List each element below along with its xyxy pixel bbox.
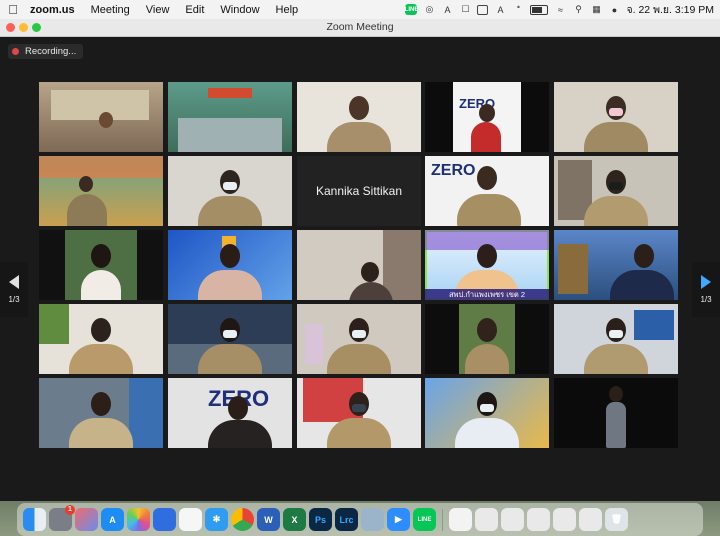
fullscreen-button[interactable] xyxy=(32,23,41,32)
menu-window[interactable]: Window xyxy=(212,4,267,16)
video-tile[interactable] xyxy=(554,230,678,300)
photoshop-icon[interactable]: Ps xyxy=(309,508,332,531)
recent-file-icon[interactable] xyxy=(501,508,524,531)
line-icon[interactable]: LINE xyxy=(413,508,436,531)
launchpad-icon[interactable] xyxy=(75,508,98,531)
video-tile[interactable] xyxy=(39,304,163,374)
page-indicator-right: 1/3 xyxy=(700,295,712,304)
input-source-icon[interactable]: A xyxy=(494,4,506,15)
document-icon[interactable] xyxy=(449,508,472,531)
photos-icon[interactable] xyxy=(127,508,150,531)
chevron-left-icon xyxy=(9,275,19,289)
recording-indicator[interactable]: Recording... xyxy=(8,44,84,59)
chrome-icon[interactable] xyxy=(231,508,254,531)
menu-clock[interactable]: จ. 22 พ.ย. 3:19 PM xyxy=(626,1,714,18)
recent-file-icon[interactable] xyxy=(553,508,576,531)
recent-file-icon[interactable] xyxy=(475,508,498,531)
video-tile[interactable] xyxy=(297,230,421,300)
dock: 1 A ✻ W X Ps Lrc ▶ LINE 🗑 xyxy=(17,503,703,536)
video-tile[interactable] xyxy=(168,304,292,374)
active-speaker-tile[interactable]: สพป.กำแพงเพชร เขต 2 xyxy=(425,230,549,300)
control-center-icon[interactable]: ▦ xyxy=(590,4,602,15)
window-icon[interactable] xyxy=(477,4,489,15)
video-tile[interactable] xyxy=(39,230,163,300)
gallery-grid: ZERO Kannika Sittikan ZERO สพป.กำแพงเพชร… xyxy=(39,82,681,448)
zoom-window: Zoom Meeting Recording... 1/3 1/3 ZERO K… xyxy=(0,19,720,501)
video-tile[interactable] xyxy=(425,378,549,448)
menu-meeting[interactable]: Meeting xyxy=(83,4,138,16)
preview-icon[interactable] xyxy=(361,508,384,531)
video-tile[interactable] xyxy=(425,304,549,374)
app-store-icon[interactable]: A xyxy=(101,508,124,531)
safari-icon[interactable]: ✻ xyxy=(205,508,228,531)
lightroom-classic-icon[interactable]: Lrc xyxy=(335,508,358,531)
apple-icon[interactable]:  xyxy=(0,2,26,17)
battery-icon[interactable] xyxy=(530,4,549,15)
dock-separator xyxy=(442,508,443,531)
notification-badge: 1 xyxy=(65,505,75,515)
menu-bar:  zoom.us Meeting View Edit Window Help … xyxy=(0,0,720,20)
minimize-button[interactable] xyxy=(19,23,28,32)
previous-page-button[interactable]: 1/3 xyxy=(0,262,28,317)
system-preferences-icon[interactable]: 1 xyxy=(49,505,75,531)
recent-file-icon[interactable] xyxy=(579,508,602,531)
zero-logo: ZERO xyxy=(431,162,476,179)
window-title: Zoom Meeting xyxy=(326,21,394,33)
video-tile[interactable] xyxy=(297,378,421,448)
status-area: LINE ◎ A ☐ A ᙿ ≈ ⚲ ▦ ● จ. 22 พ.ย. 3:19 P… xyxy=(405,1,720,18)
menu-view[interactable]: View xyxy=(138,4,178,16)
recording-dot-icon xyxy=(12,48,19,55)
reminders-icon[interactable] xyxy=(179,508,202,531)
video-tile[interactable] xyxy=(168,230,292,300)
bluetooth-icon[interactable]: ᙿ xyxy=(512,4,524,15)
page-indicator-left: 1/3 xyxy=(8,295,20,304)
participant-name-tile[interactable]: Kannika Sittikan xyxy=(297,156,421,226)
menu-zoom[interactable]: zoom.us xyxy=(26,4,83,16)
wifi-icon[interactable]: ≈ xyxy=(554,4,566,15)
keynote-icon[interactable] xyxy=(153,508,176,531)
video-tile[interactable] xyxy=(168,156,292,226)
siri-icon[interactable]: ● xyxy=(608,4,620,15)
finder-icon[interactable] xyxy=(23,508,46,531)
video-tile[interactable] xyxy=(554,378,678,448)
window-titlebar: Zoom Meeting xyxy=(0,19,720,37)
video-tile[interactable]: ZERO xyxy=(168,378,292,448)
font-icon[interactable]: A xyxy=(441,4,453,15)
video-tile[interactable]: ZERO xyxy=(425,156,549,226)
tile-caption: สพป.กำแพงเพชร เขต 2 xyxy=(425,289,549,300)
word-icon[interactable]: W xyxy=(257,508,280,531)
menu-help[interactable]: Help xyxy=(268,4,307,16)
video-tile[interactable] xyxy=(554,156,678,226)
video-tile[interactable]: ZERO xyxy=(425,82,549,152)
trash-icon[interactable]: 🗑 xyxy=(605,508,628,531)
close-button[interactable] xyxy=(6,23,15,32)
recent-file-icon[interactable] xyxy=(527,508,550,531)
video-tile[interactable] xyxy=(297,82,421,152)
video-tile[interactable] xyxy=(39,82,163,152)
chevron-right-icon xyxy=(701,275,711,289)
search-icon[interactable]: ⚲ xyxy=(572,4,584,15)
excel-icon[interactable]: X xyxy=(283,508,306,531)
mic-muted-icon[interactable]: ☐ xyxy=(459,4,471,15)
next-page-button[interactable]: 1/3 xyxy=(692,262,720,317)
video-tile[interactable] xyxy=(39,378,163,448)
video-tile[interactable] xyxy=(297,304,421,374)
video-tile[interactable] xyxy=(168,82,292,152)
participant-name: Kannika Sittikan xyxy=(315,184,403,198)
menu-edit[interactable]: Edit xyxy=(177,4,212,16)
recording-label: Recording... xyxy=(25,46,77,57)
video-tile[interactable] xyxy=(554,304,678,374)
video-tile[interactable] xyxy=(39,156,163,226)
video-tile[interactable] xyxy=(554,82,678,152)
creative-cloud-icon[interactable]: ◎ xyxy=(423,4,435,15)
zoom-icon[interactable]: ▶ xyxy=(387,508,410,531)
line-status-icon[interactable]: LINE xyxy=(405,4,418,15)
